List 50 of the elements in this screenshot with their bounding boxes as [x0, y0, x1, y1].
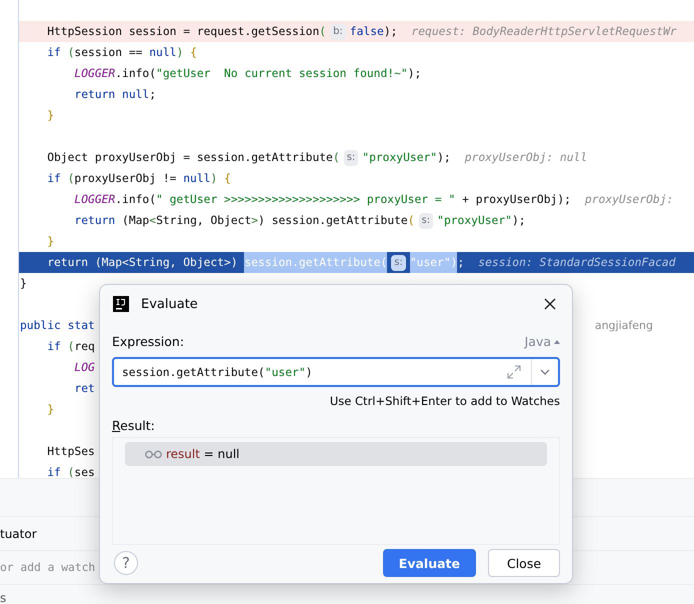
code-text: false);: [350, 24, 398, 40]
code-text: }: [46, 402, 54, 418]
caret-icon: [554, 338, 560, 344]
close-button[interactable]: Close: [488, 549, 560, 577]
expression-field[interactable]: session.getAttribute("user"): [112, 357, 560, 387]
code-text: if (session == null) {: [46, 45, 197, 61]
close-icon[interactable]: [544, 298, 556, 310]
expand-icon[interactable]: [507, 365, 521, 379]
code-text: if (req: [46, 339, 95, 355]
code-text: Object proxyUserObj = session.getAttribute(: [46, 150, 340, 166]
result-label: Result:: [112, 418, 156, 433]
code-text: return null;: [73, 87, 156, 103]
selected-code: session.getAttribute(: [244, 252, 388, 273]
parameter-hint: b:: [330, 24, 346, 40]
parameter-hint: s:: [391, 254, 406, 270]
inline-value-hint: session: StandardSessionFacad: [478, 256, 676, 269]
code-text: "proxyUser");: [362, 150, 451, 166]
code-text: }: [46, 108, 54, 124]
code-text: }: [46, 234, 54, 250]
code-text: HttpSes: [46, 444, 95, 460]
code-text: LOGGER.info("getUser No current session found!~");: [73, 66, 422, 82]
watch-hint: Use Ctrl+Shift+Enter to add to Watches: [330, 394, 560, 408]
code-text: LOGGER.info(" getUser >>>>>>>>>>>>>>>>>>>> proxyUser = " + proxyUserObj);: [73, 192, 571, 208]
code-text: ;: [457, 255, 464, 271]
evaluate-button[interactable]: Evaluate: [382, 549, 476, 577]
code-text: public stat: [20, 318, 95, 334]
help-button[interactable]: ?: [114, 551, 138, 575]
chevron-icon: [540, 369, 550, 375]
code-text: if (proxyUserObj != null) {: [46, 171, 231, 187]
code-text: }: [20, 276, 27, 292]
inline-value-hint: proxyUserObj:: [584, 193, 674, 206]
expression-label: Expression:: [112, 334, 184, 348]
dialog-title: Evaluate: [141, 296, 199, 312]
selected-code: "user"): [410, 252, 458, 273]
code-text: "proxyUser");: [437, 213, 526, 229]
code-text: ret: [73, 381, 95, 397]
parameter-hint: s:: [344, 150, 358, 166]
inline-value-hint: proxyUserObj: null: [464, 151, 588, 164]
glasses-icon: [145, 450, 162, 458]
panel-text: s: [0, 590, 8, 604]
code-text: return (Map<String, Object>): [46, 255, 239, 271]
inline-value-hint: request: BodyReaderHttpServletRequestWr: [411, 25, 677, 38]
app-logo-icon: [113, 296, 129, 312]
parameter-hint: s:: [418, 212, 434, 228]
author-hint: angjiafeng: [594, 319, 653, 332]
code-text: HttpSession session = request.getSession(: [46, 24, 326, 40]
code-text: LOG: [73, 360, 95, 376]
code-text: return (Map<String, Object>) session.getAttribute(: [73, 213, 415, 229]
code-text: if (ses: [46, 465, 95, 478]
result-row[interactable]: result = null: [125, 442, 547, 466]
